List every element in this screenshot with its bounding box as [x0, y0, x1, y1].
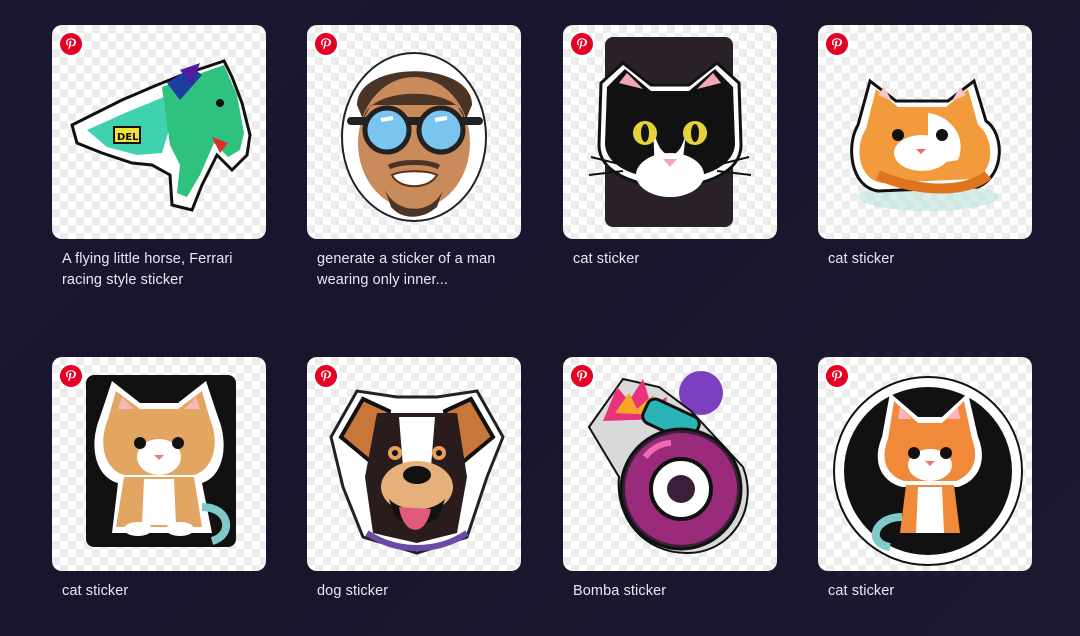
sticker-card-bomb[interactable]: Bomba sticker: [563, 357, 777, 602]
sticker-caption[interactable]: Bomba sticker: [563, 581, 777, 602]
sticker-card-cat-2[interactable]: cat sticker: [818, 25, 1032, 270]
kitten-sticker-art: [86, 375, 236, 547]
sticker-thumbnail[interactable]: [52, 357, 266, 571]
pinterest-icon[interactable]: [824, 31, 850, 57]
sticker-card-dog[interactable]: dog sticker: [307, 357, 521, 602]
sticker-thumbnail[interactable]: [307, 25, 521, 239]
sticker-thumbnail[interactable]: [818, 25, 1032, 239]
sticker-thumbnail[interactable]: DEL: [52, 25, 266, 239]
sticker-caption[interactable]: A flying little horse, Ferrari racing st…: [52, 249, 266, 291]
sticker-caption[interactable]: cat sticker: [52, 581, 266, 602]
sticker-thumbnail[interactable]: [307, 357, 521, 571]
horse-sticker-art: DEL: [70, 59, 252, 212]
pinterest-icon[interactable]: [313, 31, 339, 57]
sticker-caption[interactable]: cat sticker: [563, 249, 777, 270]
bomb-sticker-art: [587, 371, 749, 555]
sticker-card-cat-4[interactable]: cat sticker: [818, 357, 1032, 602]
sticker-card-man[interactable]: generate a sticker of a man wearing only…: [307, 25, 521, 291]
pinterest-icon[interactable]: [313, 363, 339, 389]
pinterest-icon[interactable]: [824, 363, 850, 389]
pinterest-icon[interactable]: [569, 363, 595, 389]
sticker-caption[interactable]: cat sticker: [818, 249, 1032, 270]
cat-sticker-art: [850, 78, 1001, 211]
dog-sticker-art: [329, 389, 505, 555]
pinterest-icon[interactable]: [569, 31, 595, 57]
pinterest-icon[interactable]: [58, 363, 84, 389]
pinterest-icon[interactable]: [58, 31, 84, 57]
sticker-thumbnail[interactable]: [563, 25, 777, 239]
sticker-caption[interactable]: generate a sticker of a man wearing only…: [307, 249, 521, 291]
svg-text:DEL: DEL: [117, 132, 139, 143]
cat-sticker-art: [588, 37, 752, 227]
sticker-card-cat-1[interactable]: cat sticker: [563, 25, 777, 270]
sticker-card-cat-3[interactable]: cat sticker: [52, 357, 266, 602]
cat-sticker-art: [833, 376, 1023, 566]
sticker-thumbnail[interactable]: [818, 357, 1032, 571]
sticker-card-horse[interactable]: DEL A flying little horse, Ferrari racin…: [52, 25, 266, 291]
sticker-thumbnail[interactable]: [563, 357, 777, 571]
sticker-grid: DEL A flying little horse, Ferrari racin…: [0, 0, 1080, 636]
sticker-caption[interactable]: dog sticker: [307, 581, 521, 602]
sticker-caption[interactable]: cat sticker: [818, 581, 1032, 602]
man-sticker-art: [341, 52, 487, 222]
